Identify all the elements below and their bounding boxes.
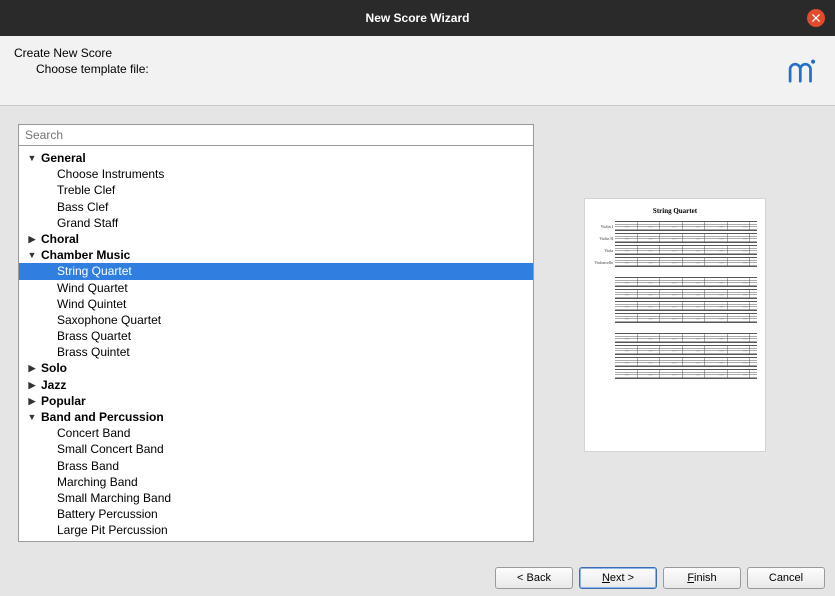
tree-group-label: General xyxy=(41,150,86,166)
staff: –––––– xyxy=(615,233,757,243)
preview-staff-row: Violoncello–––––– xyxy=(593,257,757,267)
preview-staff-row: Violin II–––––– xyxy=(593,233,757,243)
cancel-button-label: Cancel xyxy=(769,572,803,584)
tree-group-label: Solo xyxy=(41,360,67,376)
staff: –––––– xyxy=(615,345,757,355)
instrument-label: Violoncello xyxy=(593,260,615,265)
preview-staff-row: –––––– xyxy=(593,277,757,287)
tree-item[interactable]: Brass Band xyxy=(19,458,533,474)
chevron-right-icon: ▶ xyxy=(25,362,39,374)
tree-group-header[interactable]: ▼Chamber Music xyxy=(19,247,533,263)
preview-staff-row: –––––– xyxy=(593,301,757,311)
staff: –––––– xyxy=(615,257,757,267)
tree-group-header[interactable]: ▼Band and Percussion xyxy=(19,409,533,425)
preview-staff-row: –––––– xyxy=(593,289,757,299)
titlebar: New Score Wizard xyxy=(0,0,835,36)
preview-systems: Violin I––––––Violin II––––––Viola––––––… xyxy=(593,221,757,379)
preview-staff-row: –––––– xyxy=(593,313,757,323)
tree-item[interactable]: String Quartet xyxy=(19,263,533,279)
tree-group-label: Jazz xyxy=(41,377,66,393)
tree-item[interactable]: Wind Quartet xyxy=(19,280,533,296)
preview-staff-row: –––––– xyxy=(593,357,757,367)
preview-title: String Quartet xyxy=(593,207,757,215)
footer: < Back Next > Finish Cancel xyxy=(0,560,835,596)
content: ▼GeneralChoose InstrumentsTreble ClefBas… xyxy=(0,106,835,560)
preview-staff-row: Violin I–––––– xyxy=(593,221,757,231)
back-button-label: < Back xyxy=(517,572,551,584)
musescore-logo-icon xyxy=(785,54,819,88)
chevron-right-icon: ▶ xyxy=(25,379,39,391)
tree-group-label: Chamber Music xyxy=(41,247,130,263)
tree-group-header[interactable]: ▶Choral xyxy=(19,231,533,247)
tree-item[interactable]: Small Concert Band xyxy=(19,441,533,457)
tree-item[interactable]: Choose Instruments xyxy=(19,166,533,182)
tree-item[interactable]: Brass Quintet xyxy=(19,344,533,360)
tree-group-header[interactable]: ▶Popular xyxy=(19,393,533,409)
tree-item[interactable]: Large Pit Percussion xyxy=(19,522,533,538)
next-button[interactable]: Next > xyxy=(579,567,657,589)
template-tree[interactable]: ▼GeneralChoose InstrumentsTreble ClefBas… xyxy=(18,146,534,542)
back-button[interactable]: < Back xyxy=(495,567,573,589)
staff: –––––– xyxy=(615,221,757,231)
tree-item[interactable]: Bass Clef xyxy=(19,199,533,215)
preview-pane: String Quartet Violin I––––––Violin II––… xyxy=(584,198,766,452)
close-button[interactable] xyxy=(807,9,825,27)
preview-system: –––––– –––––– –––––– –––––– xyxy=(593,277,757,323)
window-title: New Score Wizard xyxy=(366,11,470,25)
preview-staff-row: –––––– xyxy=(593,333,757,343)
tree-group-label: Choral xyxy=(41,231,79,247)
tree-item[interactable]: Concert Band xyxy=(19,425,533,441)
staff: –––––– xyxy=(615,313,757,323)
template-panel: ▼GeneralChoose InstrumentsTreble ClefBas… xyxy=(18,124,534,542)
finish-button-label: Finish xyxy=(687,572,716,584)
search-input[interactable] xyxy=(18,124,534,146)
next-button-label: Next > xyxy=(602,572,634,584)
tree-item[interactable]: Treble Clef xyxy=(19,182,533,198)
chevron-down-icon: ▼ xyxy=(25,152,39,164)
chevron-down-icon: ▼ xyxy=(25,249,39,261)
tree-group-header[interactable]: ▶Solo xyxy=(19,360,533,376)
staff: –––––– xyxy=(615,357,757,367)
preview-system: –––––– –––––– –––––– –––––– xyxy=(593,333,757,379)
staff: –––––– xyxy=(615,301,757,311)
finish-button[interactable]: Finish xyxy=(663,567,741,589)
page-subtitle: Choose template file: xyxy=(36,62,821,76)
tree-group-label: Popular xyxy=(41,393,86,409)
chevron-right-icon: ▶ xyxy=(25,233,39,245)
instrument-label: Violin I xyxy=(593,224,615,229)
staff: –––––– xyxy=(615,289,757,299)
tree-group-header[interactable]: ▶Jazz xyxy=(19,377,533,393)
tree-item[interactable]: Saxophone Quartet xyxy=(19,312,533,328)
cancel-button[interactable]: Cancel xyxy=(747,567,825,589)
preview-staff-row: –––––– xyxy=(593,369,757,379)
instrument-label: Viola xyxy=(593,248,615,253)
preview-staff-row: –––––– xyxy=(593,345,757,355)
tree-item[interactable]: Battery Percussion xyxy=(19,506,533,522)
staff: –––––– xyxy=(615,369,757,379)
musescore-logo xyxy=(785,54,819,88)
close-icon xyxy=(812,14,820,22)
preview-staff-row: Viola–––––– xyxy=(593,245,757,255)
tree-item[interactable]: Small Marching Band xyxy=(19,490,533,506)
instrument-label: Violin II xyxy=(593,236,615,241)
tree-item[interactable]: Brass Quartet xyxy=(19,328,533,344)
chevron-down-icon: ▼ xyxy=(25,411,39,423)
tree-item[interactable]: Wind Quintet xyxy=(19,296,533,312)
staff: –––––– xyxy=(615,245,757,255)
tree-group-label: Band and Percussion xyxy=(41,409,164,425)
banner: Create New Score Choose template file: xyxy=(0,36,835,106)
preview-system: Violin I––––––Violin II––––––Viola––––––… xyxy=(593,221,757,267)
tree-item[interactable]: Marching Band xyxy=(19,474,533,490)
page-title: Create New Score xyxy=(14,46,821,60)
chevron-right-icon: ▶ xyxy=(25,395,39,407)
tree-item[interactable]: Grand Staff xyxy=(19,215,533,231)
staff: –––––– xyxy=(615,277,757,287)
tree-item[interactable]: Small Pit Percussion xyxy=(19,539,533,543)
tree-group-header[interactable]: ▼General xyxy=(19,150,533,166)
staff: –––––– xyxy=(615,333,757,343)
